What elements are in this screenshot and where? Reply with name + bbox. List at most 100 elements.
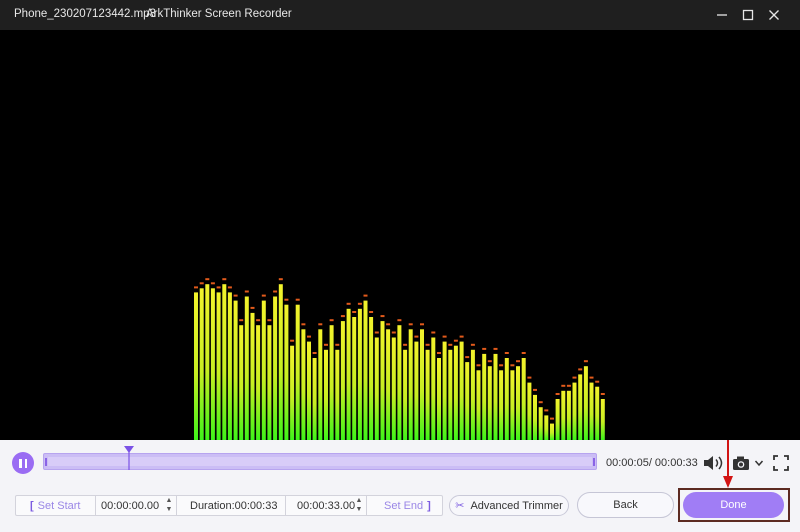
spectrum-bar xyxy=(205,284,210,440)
spectrum-peak xyxy=(210,282,215,285)
spectrum-bar xyxy=(222,284,227,440)
set-end-label: Set End xyxy=(384,499,424,512)
minimize-icon xyxy=(717,14,727,16)
spectrum-peak xyxy=(538,401,543,404)
spectrum-peak xyxy=(329,319,334,322)
spectrum-peak xyxy=(476,364,481,367)
spectrum-bar xyxy=(482,353,487,440)
timeline-end-handle[interactable] xyxy=(593,458,595,466)
spectrum-peak xyxy=(566,384,571,387)
advanced-trimmer-label: Advanced Trimmer xyxy=(470,499,563,512)
spectrum-peak xyxy=(595,380,600,383)
maximize-icon xyxy=(742,9,754,21)
spectrum-peak xyxy=(369,311,374,313)
spectrum-bars xyxy=(194,278,605,440)
start-time-field[interactable]: 00:00:00.00 xyxy=(101,496,166,515)
end-time-stepper[interactable]: ▲ ▼ xyxy=(354,497,364,514)
chevron-down-icon[interactable]: ▼ xyxy=(354,506,364,514)
close-button[interactable] xyxy=(759,0,789,30)
spectrum-bar xyxy=(572,382,577,440)
spectrum-peak xyxy=(589,376,594,379)
spectrum-peak xyxy=(487,360,492,363)
duration-value: Duration:00:00:33 xyxy=(190,499,278,512)
scissors-icon: ✂ xyxy=(455,500,465,512)
spectrum-peak xyxy=(550,417,554,420)
spectrum-peak xyxy=(244,290,249,293)
start-time-value: 00:00:00.00 xyxy=(101,499,160,512)
spectrum-peak xyxy=(437,352,441,354)
playhead-marker[interactable] xyxy=(123,446,134,470)
spectrum-peak xyxy=(465,356,470,359)
spectrum-bar xyxy=(216,292,221,440)
spectrum-bar xyxy=(199,288,204,440)
spectrum-peak xyxy=(493,347,498,350)
spectrum-peak xyxy=(408,323,413,326)
camera-icon xyxy=(733,456,749,470)
spectrum-bar xyxy=(369,317,374,440)
spectrum-bar xyxy=(459,341,464,440)
spectrum-bar xyxy=(583,366,588,440)
timecode-readout: 00:00:05/ 00:00:33 xyxy=(606,457,698,469)
spectrum-peak xyxy=(600,393,605,395)
bracket-open-icon: [ xyxy=(30,499,34,512)
spectrum-bar xyxy=(408,329,413,440)
trim-bar: [ Set Start 00:00:00.00 ▲ ▼ Duration:00:… xyxy=(15,495,443,516)
set-end-button[interactable]: Set End ] xyxy=(384,496,444,515)
spectrum-peak xyxy=(324,343,328,346)
back-label: Back xyxy=(613,499,638,511)
spectrum-bar xyxy=(324,349,328,440)
spectrum-bar xyxy=(244,296,249,440)
spectrum-bar xyxy=(194,292,198,440)
chevron-down-icon xyxy=(754,460,764,467)
start-time-stepper[interactable]: ▲ ▼ xyxy=(164,497,174,514)
spectrum-bar xyxy=(600,399,605,440)
done-button[interactable]: Done xyxy=(683,492,784,518)
pause-button[interactable] xyxy=(12,452,34,474)
spectrum-bar xyxy=(346,308,351,440)
spectrum-bar xyxy=(335,349,340,440)
spectrum-bar xyxy=(555,399,560,440)
spectrum-peak xyxy=(544,409,549,412)
chevron-up-icon[interactable]: ▲ xyxy=(164,497,174,505)
spectrum-bar xyxy=(227,292,232,440)
spectrum-bar xyxy=(352,317,357,440)
spectrum-peak xyxy=(194,286,198,289)
spectrum-peak xyxy=(250,306,255,309)
spectrum-bar xyxy=(397,325,402,440)
spectrum-bar xyxy=(312,358,317,440)
spectrum-bar xyxy=(465,362,470,440)
spectrum-peak xyxy=(470,343,475,346)
end-time-value: 00:00:33.00 xyxy=(297,499,356,512)
spectrum-peak xyxy=(386,323,391,326)
spectrum-peak xyxy=(482,347,487,350)
spectrum-bar xyxy=(301,329,306,440)
spectrum-bar xyxy=(510,370,515,440)
back-button[interactable]: Back xyxy=(577,492,674,518)
advanced-trimmer-button[interactable]: ✂ Advanced Trimmer xyxy=(449,495,569,516)
spectrum-bar xyxy=(521,358,526,440)
spectrum-peak xyxy=(403,343,408,346)
spectrum-peak xyxy=(583,360,588,363)
spectrum-bar xyxy=(284,304,289,440)
fullscreen-button[interactable] xyxy=(771,453,791,473)
spectrum-bar xyxy=(561,390,566,440)
chevron-down-icon[interactable]: ▼ xyxy=(164,506,174,514)
spectrum-peak xyxy=(205,278,210,281)
chevron-up-icon[interactable]: ▲ xyxy=(354,497,364,505)
set-start-button[interactable]: [ Set Start xyxy=(26,496,96,515)
timeline-start-handle[interactable] xyxy=(45,458,47,466)
spectrum-bar xyxy=(431,337,436,440)
end-time-field[interactable]: 00:00:33.00 xyxy=(297,496,362,515)
spectrum-peak xyxy=(431,331,436,334)
spectrum-peak xyxy=(346,302,351,305)
spectrum-bar xyxy=(256,325,261,440)
screenshot-button[interactable] xyxy=(731,453,765,473)
spectrum-peak xyxy=(448,343,453,346)
spectrum-peak xyxy=(340,315,345,318)
bracket-close-icon: ] xyxy=(427,499,431,512)
spectrum-bar xyxy=(453,345,458,440)
window-filename: Phone_230207123442.mp3 xyxy=(14,8,156,20)
duration-display: Duration:00:00:33 xyxy=(190,496,286,515)
spectrum-bar xyxy=(340,321,345,440)
spectrum-peak xyxy=(363,294,368,297)
